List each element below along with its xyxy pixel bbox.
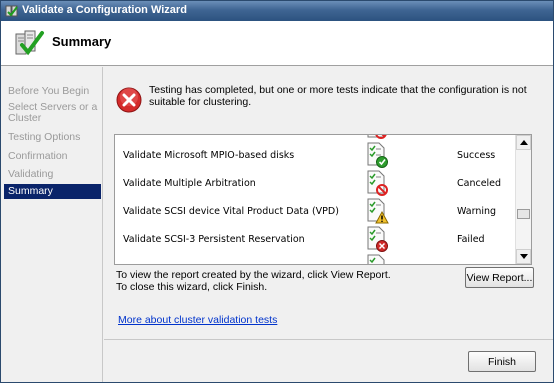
result-status: Failed [457, 234, 485, 245]
nav-item-before-you-begin[interactable]: Before You Begin [4, 86, 101, 97]
nav-item-validating[interactable]: Validating [4, 169, 101, 180]
result-status: Warning [457, 206, 497, 217]
wizard-window: Validate a Configuration Wizard Summary … [0, 0, 554, 383]
page-title: Summary [52, 34, 112, 49]
report-instruction-line: To view the report created by the wizard… [116, 269, 391, 281]
window-title: Validate a Configuration Wizard [22, 4, 187, 16]
warning-icon [367, 198, 389, 224]
scroll-thumb[interactable] [517, 209, 530, 219]
finish-button[interactable]: Finish [468, 351, 536, 372]
success-icon [367, 142, 388, 168]
canceled-icon [367, 170, 388, 196]
header-band: Summary [1, 21, 553, 66]
nav-item-testing-options[interactable]: Testing Options [4, 132, 101, 143]
more-info-link[interactable]: More about cluster validation tests [118, 314, 277, 326]
scroll-down-button[interactable] [516, 249, 531, 264]
close-instruction-line: To close this wizard, click Finish. [116, 280, 268, 293]
list-item[interactable] [115, 253, 515, 264]
failed-icon [367, 226, 388, 252]
test-results-list[interactable]: Validate Microsoft MPIO-based disks Succ… [114, 134, 532, 265]
nav-item-summary[interactable]: Summary [4, 184, 101, 199]
result-status: Canceled [457, 178, 502, 189]
list-item[interactable] [115, 135, 515, 141]
table-row[interactable]: Validate Microsoft MPIO-based disks Succ… [115, 141, 515, 169]
cluster-validation-icon [15, 30, 44, 56]
chevron-down-icon [520, 254, 528, 259]
chevron-up-icon [520, 140, 528, 145]
report-instructions: To view the report created by the wizard… [116, 269, 436, 293]
test-name: Validate SCSI-3 Persistent Reservation [123, 234, 305, 245]
scroll-up-button[interactable] [516, 135, 531, 150]
view-report-button[interactable]: View Report... [465, 267, 534, 288]
wizard-steps-nav: Before You Begin Select Servers or a Clu… [1, 67, 103, 382]
error-icon [116, 87, 142, 113]
test-name: Validate SCSI device Vital Product Data … [123, 206, 339, 217]
status-message: Testing has completed, but one or more t… [149, 84, 527, 108]
test-name: Validate Microsoft MPIO-based disks [123, 150, 295, 161]
nav-item-select-servers[interactable]: Select Servers or a Cluster [4, 102, 101, 124]
result-status: Success [457, 150, 496, 161]
table-row[interactable]: Validate Multiple Arbitration Canceled [115, 169, 515, 197]
vertical-scrollbar[interactable] [515, 135, 531, 264]
nav-item-confirmation[interactable]: Confirmation [4, 151, 101, 162]
title-bar[interactable]: Validate a Configuration Wizard [1, 1, 553, 21]
document-icon [367, 254, 385, 264]
table-row[interactable]: Validate SCSI-3 Persistent Reservation F… [115, 225, 515, 253]
table-row[interactable]: Validate SCSI device Vital Product Data … [115, 197, 515, 225]
test-name: Validate Multiple Arbitration [123, 178, 256, 189]
canceled-icon [367, 135, 387, 139]
wizard-app-icon [5, 5, 18, 17]
main-panel: Testing has completed, but one or more t… [104, 67, 553, 382]
footer-divider [104, 339, 553, 340]
